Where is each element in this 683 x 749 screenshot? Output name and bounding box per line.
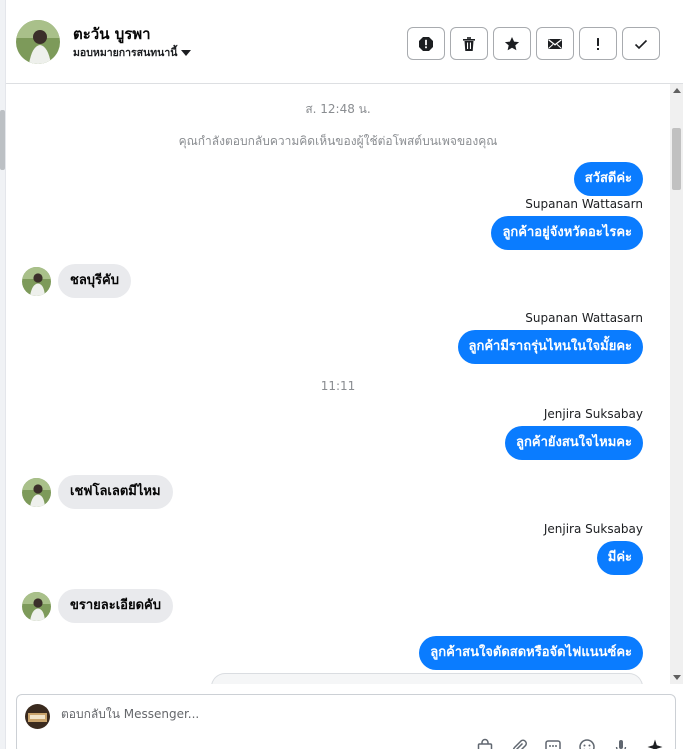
scrollbar-thumb[interactable] (672, 128, 681, 190)
caret-down-icon (181, 50, 192, 56)
composer-toolbar (475, 737, 665, 749)
mark-unread-button[interactable] (536, 27, 574, 60)
scroll-down-arrow-icon[interactable] (673, 675, 681, 680)
contact-avatar-small[interactable] (22, 477, 51, 507)
star-icon (504, 36, 520, 50)
exclamation-icon (597, 37, 599, 50)
incoming-message[interactable]: ขรายละเอียดคับ (58, 589, 173, 623)
outgoing-message[interactable]: ลูกค้ามีราถรุ่นไหนในใจมั้ยคะ (457, 330, 643, 364)
paperclip-icon (512, 739, 527, 749)
reply-input[interactable] (61, 707, 561, 721)
checkmark-icon (634, 39, 648, 49)
chat-bubble-icon (545, 740, 561, 749)
scroll-up-arrow-icon[interactable] (673, 88, 681, 93)
message-sender: Jenjira Suksabay (543, 522, 643, 536)
alert-octagon-icon (419, 36, 433, 51)
follow-up-button[interactable] (579, 27, 617, 60)
incoming-message-row: ขรายละเอียดคับ (22, 589, 173, 623)
trash-icon (463, 36, 475, 51)
emoji-button[interactable] (577, 737, 597, 749)
message-sender: Supanan Wattasarn (525, 311, 643, 325)
mark-done-button[interactable] (622, 27, 660, 60)
assign-conversation-dropdown[interactable]: มอบหมายการสนทนานี้ (73, 44, 192, 61)
timestamp-divider: ส. 12:48 น. (305, 102, 371, 116)
incoming-message[interactable]: ชลบุรีคับ (58, 264, 131, 298)
star-button[interactable] (493, 27, 531, 60)
outgoing-message[interactable]: ลูกค้าสนใจดัดสดหรือจัดไฟแนนซ์คะ (419, 636, 643, 670)
incoming-message[interactable]: เชฟโลเลตมีไหม (58, 475, 173, 509)
reply-composer (16, 694, 676, 749)
conversation-actions (407, 27, 660, 60)
outgoing-message[interactable]: มีค่ะ (596, 541, 643, 575)
message-thread[interactable]: ส. 12:48 น. คุณกำลังตอบกลับความคิดเห็นขอ… (6, 84, 670, 684)
contact-name[interactable]: ตะวัน บูรพา (73, 22, 151, 46)
saved-replies-button[interactable] (475, 737, 495, 749)
attach-file-button[interactable] (509, 737, 529, 749)
envelope-icon (548, 38, 562, 49)
outgoing-message[interactable]: สวัสดีค่ะ (573, 162, 643, 196)
conversation-header: ตะวัน บูรพา มอบหมายการสนทนานี้ (6, 0, 683, 84)
reply-context-notice: คุณกำลังตอบกลับความคิดเห็นของผู้ใช้ต่อโพ… (178, 134, 498, 148)
contact-avatar-small[interactable] (22, 266, 51, 296)
sparkle-icon (647, 739, 663, 749)
message-sender: Supanan Wattasarn (525, 197, 643, 211)
ai-assist-button[interactable] (645, 737, 665, 749)
voice-clip-button[interactable] (611, 737, 631, 749)
incoming-message-row: เชฟโลเลตมีไหม (22, 475, 173, 509)
mark-spam-button[interactable] (407, 27, 445, 60)
microphone-icon (615, 740, 627, 749)
incoming-message-row: ชลบุรีคับ (22, 264, 131, 298)
outgoing-message[interactable]: ลูกค้ายังสนใจไหมคะ (505, 426, 643, 460)
assign-label: มอบหมายการสนทนานี้ (73, 47, 178, 59)
timestamp-divider: 11:11 (320, 379, 356, 393)
bag-icon (477, 738, 493, 749)
page-avatar (25, 704, 50, 729)
contact-avatar[interactable] (16, 20, 60, 64)
attachment-preview-card[interactable] (211, 673, 643, 684)
quick-reply-button[interactable] (543, 737, 563, 749)
emoji-icon (579, 739, 595, 749)
delete-button[interactable] (450, 27, 488, 60)
message-sender: Jenjira Suksabay (543, 407, 643, 421)
contact-avatar-small[interactable] (22, 591, 51, 621)
outgoing-message[interactable]: ลูกค้าอยู่จังหวัดอะไรคะ (491, 216, 643, 250)
thread-scrollbar[interactable] (670, 84, 683, 684)
panel-resize-handle[interactable] (0, 110, 5, 170)
